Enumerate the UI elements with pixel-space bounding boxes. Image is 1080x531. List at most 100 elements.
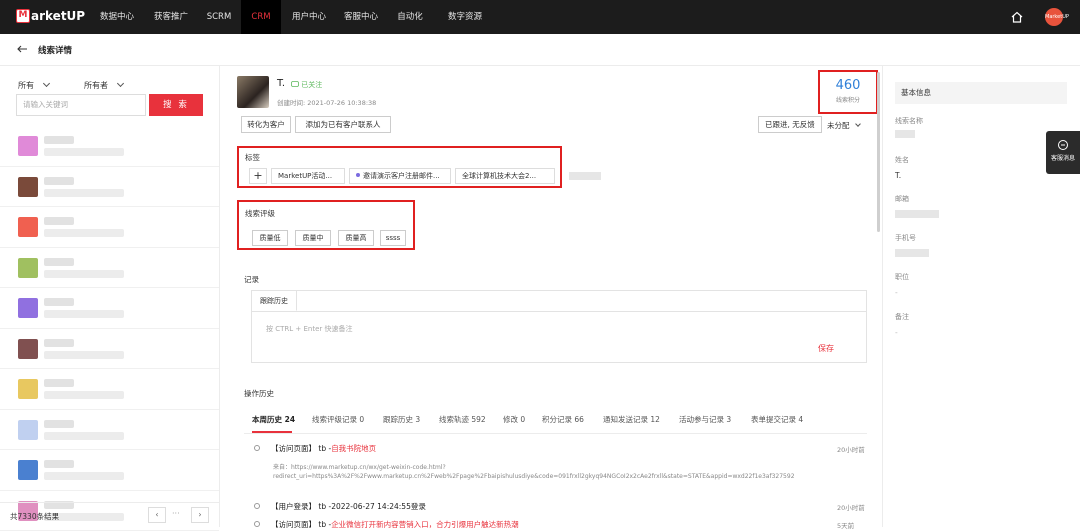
nav-scrm[interactable]: SCRM [198, 0, 240, 34]
lead-item-avatar [18, 258, 38, 278]
lead-name: T. [277, 78, 285, 89]
lead-list-item[interactable] [0, 288, 219, 329]
nav-service-center[interactable]: 客服中心 [336, 0, 386, 34]
next-page-button[interactable]: › [191, 507, 209, 523]
lead-item-detail [44, 148, 124, 156]
page-title: 线索详情 [38, 44, 72, 56]
lead-list-item[interactable] [0, 450, 219, 491]
lead-item-detail [44, 229, 124, 237]
convert-to-customer-button[interactable]: 转化为客户 [241, 116, 291, 133]
lead-item-avatar [18, 298, 38, 318]
follow-status-select[interactable]: 已跟进, 无反馈 [758, 116, 822, 133]
tab-activity[interactable]: 活动参与记录 3 [679, 414, 731, 425]
created-time: 创建时间: 2021-07-26 10:38:38 [277, 97, 376, 107]
home-icon[interactable] [1010, 10, 1024, 24]
center-scrollbar[interactable] [877, 72, 880, 232]
rating-mid[interactable]: 质量中 [295, 230, 331, 246]
tag-item[interactable]: 邀请演示客户注册邮件... [349, 168, 451, 184]
lead-item-detail [44, 189, 124, 197]
sub-header: 线索详情 [0, 34, 1080, 66]
owner-filter-value: 所有者 [84, 81, 108, 90]
history-title: 操作历史 [244, 388, 274, 399]
record-divider [252, 311, 866, 312]
score-label: 线索积分 [820, 95, 876, 104]
lead-item-avatar [18, 420, 38, 440]
lead-list-item[interactable] [0, 207, 219, 248]
follow-status[interactable]: 已关注 [291, 80, 322, 90]
user-avatar[interactable]: MarketUP [1045, 8, 1063, 26]
assign-value: 未分配 [827, 121, 850, 130]
tab-score-records[interactable]: 积分记录 66 [542, 414, 584, 425]
add-tag-button[interactable]: + [249, 168, 267, 184]
lead-list-item[interactable] [0, 410, 219, 451]
timeline-dot [254, 445, 260, 451]
rating-low[interactable]: 质量低 [252, 230, 288, 246]
nav-acquisition[interactable]: 获客推广 [146, 0, 196, 34]
nav-user-center[interactable]: 用户中心 [284, 0, 334, 34]
owner-filter[interactable]: 所有者 [84, 80, 123, 91]
lead-item-name [44, 298, 74, 306]
rating-high[interactable]: 质量高 [338, 230, 374, 246]
tag-item[interactable]: MarketUP活动... [271, 168, 345, 184]
event-time: 5天前 [837, 520, 854, 530]
chevron-down-icon [43, 80, 50, 87]
search-input[interactable]: 请输入关键词 [16, 94, 146, 116]
score-value: 460 [820, 78, 876, 93]
tab-tracking-history[interactable]: 跟踪历史 [252, 291, 297, 311]
lead-name-value [895, 130, 915, 138]
record-box: 跟踪历史 按 CTRL + Enter 快速备注 保存 [251, 290, 867, 363]
lead-list-item[interactable] [0, 126, 219, 167]
note-input[interactable]: 按 CTRL + Enter 快速备注 [266, 324, 352, 334]
event-title: 【用户登录】 tb -2022-06-27 14:24:55登录 [271, 501, 426, 512]
rating-custom[interactable]: ssss [380, 230, 406, 246]
lead-item-detail [44, 432, 124, 440]
tag-item[interactable]: 全球计算机技术大会2... [455, 168, 555, 184]
event-link[interactable]: 自我书院地页 [331, 444, 376, 453]
brand-logo[interactable]: M arketUP [16, 9, 85, 23]
tab-lead-track[interactable]: 线索轨迹 592 [439, 414, 486, 425]
timeline-dot [254, 521, 260, 527]
service-message-label: 客服消息 [1046, 153, 1080, 162]
name-value: T. [895, 171, 901, 180]
lead-list-item[interactable] [0, 329, 219, 370]
nav-crm[interactable]: CRM [241, 0, 281, 34]
tab-rating-records[interactable]: 线索评级记录 0 [312, 414, 364, 425]
nav-automation[interactable]: 自动化 [390, 0, 430, 34]
phone-value [895, 249, 929, 257]
rating-title: 线索评级 [245, 208, 275, 219]
active-tab-indicator [252, 431, 292, 433]
lead-list-item[interactable] [0, 248, 219, 289]
list-footer: 共7330条结果 ‹ ··· › [0, 502, 219, 527]
tab-notifications[interactable]: 通知发送记录 12 [603, 414, 660, 425]
lead-item-name [44, 339, 74, 347]
tab-form-submissions[interactable]: 表单提交记录 4 [751, 414, 803, 425]
chevron-down-icon [117, 80, 124, 87]
tab-modify[interactable]: 修改 0 [503, 414, 525, 425]
save-button[interactable]: 保存 [818, 343, 834, 354]
lead-list-item[interactable] [0, 369, 219, 410]
event-link[interactable]: 企业微信打开新内容营销入口，合力引爆用户触达新热潮 [331, 520, 519, 529]
lead-list [0, 126, 219, 531]
nav-data-center[interactable]: 数据中心 [92, 0, 142, 34]
service-message-button[interactable]: 客服消息 [1046, 131, 1080, 174]
event-title: 【访问页面】 tb -自我书院地页 [271, 443, 376, 454]
prev-page-button[interactable]: ‹ [148, 507, 166, 523]
search-button[interactable]: 搜 索 [149, 94, 203, 116]
nav-digital-assets[interactable]: 数字资源 [440, 0, 490, 34]
assign-select[interactable]: 未分配 [827, 120, 860, 131]
back-arrow-icon[interactable] [16, 43, 28, 55]
tab-tracking[interactable]: 跟踪历史 3 [383, 414, 420, 425]
email-value [895, 210, 939, 218]
lead-list-item[interactable] [0, 167, 219, 208]
lead-item-avatar [18, 379, 38, 399]
event-title: 【访问页面】 tb -企业微信打开新内容营销入口，合力引爆用户触达新热潮 [271, 519, 519, 530]
field-label: 备注 [895, 312, 909, 322]
tag-item-label: 邀请演示客户注册邮件... [363, 172, 440, 180]
lead-item-detail [44, 472, 124, 480]
basic-info-header: 基本信息 [895, 82, 1067, 104]
event-user: tb - [316, 520, 331, 529]
add-as-contact-button[interactable]: 添加为已有客户联系人 [295, 116, 391, 133]
lead-item-detail [44, 310, 124, 318]
scope-filter[interactable]: 所有 [18, 80, 49, 91]
tab-week-history[interactable]: 本周历史 24 [252, 414, 295, 425]
